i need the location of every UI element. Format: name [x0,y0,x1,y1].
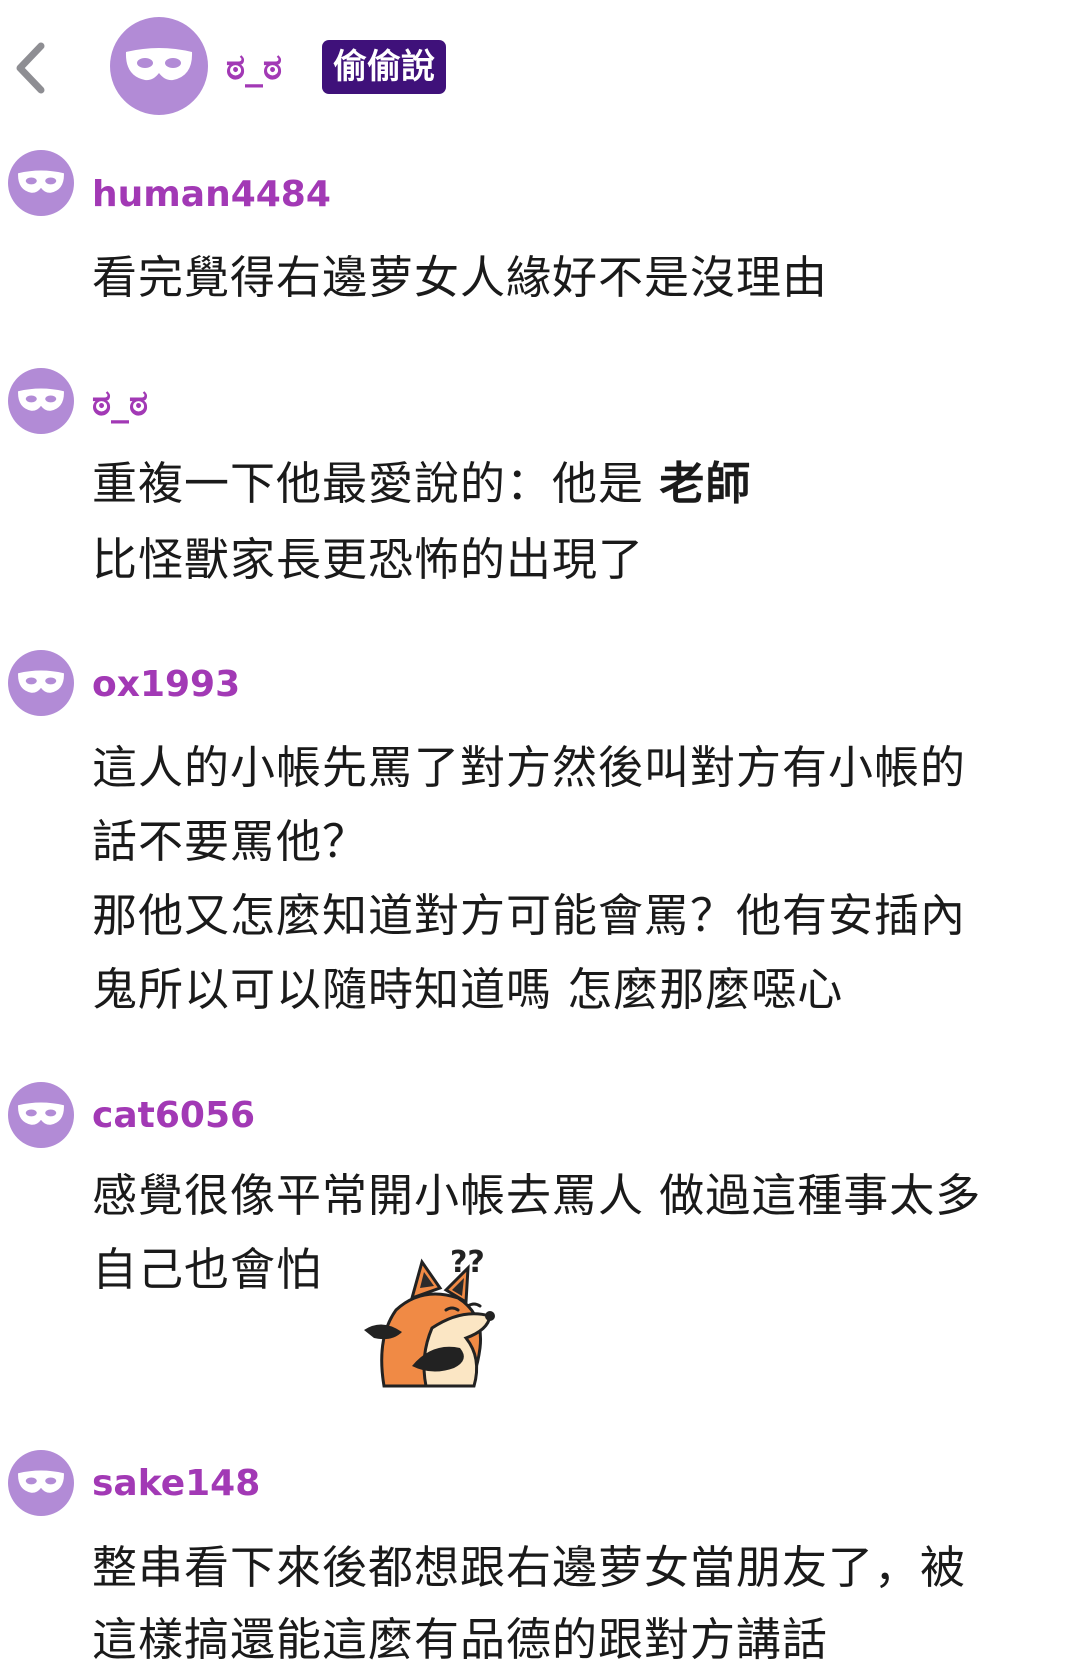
comment-username[interactable]: ox1993 [92,663,240,707]
chevron-left-icon [16,42,45,94]
author-name[interactable]: ಠ_ಠ [226,44,282,92]
comment-thread: ಠ_ಠ 偷偷說 human4484 看完覺得右邊萝女人緣好不是沒理由 ಠ_ಠ 重… [0,0,1076,1673]
avatar[interactable] [8,1450,74,1516]
comment-text: 那他又怎麼知道對方可能會罵？他有安插內 [92,889,967,942]
comment-text-part: 重複一下他最愛說的：他是 [92,457,660,510]
mask-icon [18,1470,64,1493]
comment-username[interactable]: human4484 [92,173,331,217]
comment-text: 自己也會怕 [92,1243,323,1296]
comment-text-bold: 老師 [659,457,752,510]
comment-text: 鬼所以可以隨時知道嗎 怎麼那麼噁心 [92,963,844,1016]
comment-text: 這人的小帳先罵了對方然後叫對方有小帳的 [92,741,967,794]
comment-text: 看完覺得右邊萝女人緣好不是沒理由 [92,251,829,304]
mask-icon [18,670,64,693]
comment-text: 這樣搞還能這麼有品德的跟對方講話 [92,1613,829,1666]
anonymous-badge: 偷偷說 [322,40,446,94]
author-avatar[interactable] [110,17,208,115]
comment-username[interactable]: sake148 [92,1462,260,1506]
back-button[interactable] [6,40,54,96]
comment-text: 重複一下他最愛說的：他是 老師 [92,456,751,512]
comment-username[interactable]: cat6056 [92,1094,255,1138]
mask-icon [18,1102,64,1125]
avatar[interactable] [8,1082,74,1148]
comment-text: 話不要罵他？ [92,815,369,868]
fox-confused-sticker: ?? [362,1238,502,1388]
mask-icon [18,170,64,193]
comment-text: 整串看下來後都想跟右邊萝女當朋友了，被 [92,1541,967,1594]
mask-icon [125,48,193,81]
mask-icon [18,388,64,411]
comment-text: 比怪獸家長更恐怖的出現了 [92,533,645,586]
comment-username[interactable]: ಠ_ಠ [92,382,148,426]
avatar[interactable] [8,650,74,716]
avatar[interactable] [8,150,74,216]
comment-text: 感覺很像平常開小帳去罵人 做過這種事太多 [92,1169,982,1222]
avatar[interactable] [8,368,74,434]
